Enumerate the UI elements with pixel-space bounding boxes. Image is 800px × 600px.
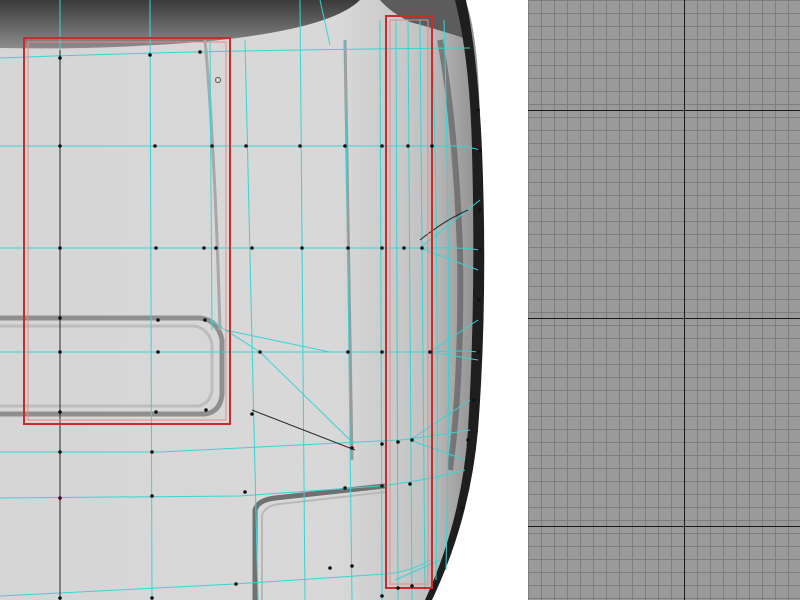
grid-axis-horizontal-top — [528, 110, 800, 111]
grid-axis-horizontal-bottom — [528, 526, 800, 527]
grid-axis-vertical — [684, 0, 685, 600]
mesh-canvas[interactable] — [0, 0, 528, 600]
2d-grid-viewport[interactable] — [528, 0, 800, 600]
grid-axis-horizontal-middle — [528, 318, 800, 319]
3d-viewport-mesh[interactable] — [0, 0, 528, 600]
